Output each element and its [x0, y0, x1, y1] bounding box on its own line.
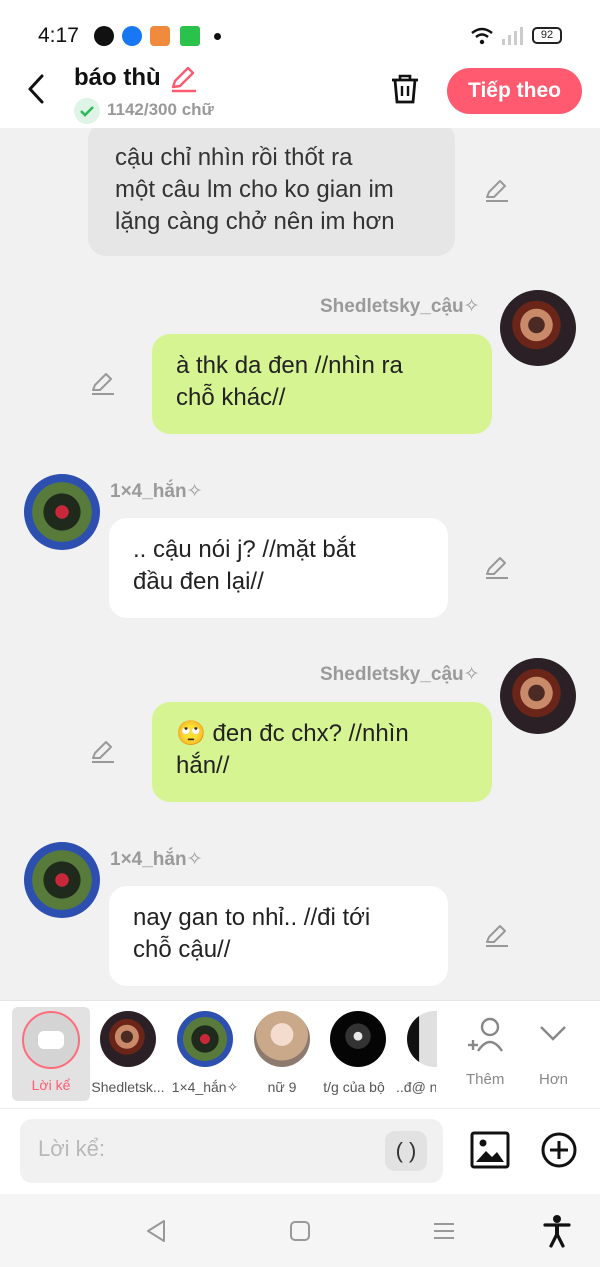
- action-parentheses-button[interactable]: ( ): [385, 1131, 427, 1171]
- edit-title-icon[interactable]: [168, 64, 198, 94]
- nav-menu-icon[interactable]: [432, 1221, 456, 1241]
- trash-icon[interactable]: [388, 72, 422, 106]
- facebook-icon: [122, 26, 142, 46]
- character-selector: Lời kể Shedletsk... 1×4_hắn✧ nữ 9 t/g củ…: [0, 1000, 600, 1108]
- nav-back-icon[interactable]: [144, 1218, 168, 1244]
- avatar[interactable]: [500, 658, 576, 734]
- story-title[interactable]: báo thù: [74, 64, 161, 92]
- message-line: .. cậu nói j? //mặt bắt: [133, 536, 356, 563]
- character-label: nữ 9: [267, 1079, 297, 1095]
- message-line: cậu chỉ nhìn rồi thốt ra: [115, 144, 353, 171]
- character-avatar[interactable]: [330, 1011, 386, 1067]
- message-line: chỗ khác//: [176, 384, 286, 411]
- message-line: một câu lm cho ko gian im: [115, 176, 394, 203]
- narration-selector[interactable]: Lời kể: [12, 1007, 90, 1101]
- next-button[interactable]: Tiếp theo: [447, 68, 582, 114]
- image-icon[interactable]: [470, 1131, 510, 1169]
- character-label: Shedletsk...: [91, 1079, 165, 1095]
- message-line: 🙄 đen đc chx? //nhìn: [176, 720, 409, 747]
- messenger-icon: [94, 26, 114, 46]
- back-arrow-icon[interactable]: [24, 72, 50, 106]
- message-line: à thk da đen //nhìn ra: [176, 352, 403, 379]
- message-line: hắn//: [176, 752, 230, 779]
- character-avatar[interactable]: [254, 1011, 310, 1067]
- speaker-name: Shedletsky_cậu✧: [320, 664, 480, 685]
- character-label: ..đ@ nh: [396, 1079, 436, 1095]
- edit-pencil-icon[interactable]: [484, 555, 510, 581]
- dot-icon: [214, 33, 221, 40]
- speaker-name: Shedletsky_cậu✧: [320, 296, 480, 317]
- chevron-down-icon[interactable]: [538, 1023, 568, 1043]
- signal-icon: [502, 27, 523, 45]
- status-bar: 4:17 92: [0, 0, 600, 60]
- accessibility-icon[interactable]: [543, 1214, 571, 1248]
- character-avatar[interactable]: [407, 1011, 437, 1067]
- edit-pencil-icon[interactable]: [484, 178, 510, 204]
- avatar[interactable]: [24, 842, 100, 918]
- edit-pencil-icon[interactable]: [484, 923, 510, 949]
- edit-pencil-icon[interactable]: [90, 739, 116, 765]
- word-count: 1142/300 chữ: [107, 100, 214, 119]
- calendar-app-icon: [180, 26, 200, 46]
- top-bar: báo thù 1142/300 chữ Tiếp theo: [0, 60, 600, 128]
- message-line: nay gan to nhỉ.. //đi tới: [133, 904, 371, 931]
- message-input[interactable]: Lời kể: ( ): [20, 1119, 443, 1183]
- add-character-icon[interactable]: [466, 1015, 508, 1055]
- add-character-label[interactable]: Thêm: [466, 1071, 504, 1088]
- chat-area: cậu chỉ nhìn rồi thốt ra một câu lm cho …: [0, 128, 600, 1000]
- add-circle-icon[interactable]: [540, 1131, 578, 1169]
- avatar[interactable]: [24, 474, 100, 550]
- message-bubble[interactable]: nay gan to nhỉ.. //đi tới chỗ cậu//: [109, 886, 448, 986]
- input-placeholder: Lời kể:: [38, 1136, 106, 1161]
- edit-pencil-icon[interactable]: [90, 371, 116, 397]
- speaker-name: 1×4_hắn✧: [110, 481, 203, 502]
- message-line: lặng càng chở nên im hơn: [115, 208, 395, 235]
- message-bubble[interactable]: à thk da đen //nhìn ra chỗ khác//: [152, 334, 492, 434]
- more-label[interactable]: Hơn: [539, 1071, 568, 1088]
- character-label: 1×4_hắn✧: [171, 1079, 239, 1095]
- nav-home-icon[interactable]: [288, 1219, 312, 1243]
- narration-icon: [22, 1011, 80, 1069]
- battery-indicator: 92: [532, 27, 562, 44]
- message-bubble[interactable]: .. cậu nói j? //mặt bắt đầu đen lại//: [109, 518, 448, 618]
- message-bubble[interactable]: 🙄 đen đc chx? //nhìn hắn//: [152, 702, 492, 802]
- avatar[interactable]: [500, 290, 576, 366]
- status-time: 4:17: [38, 24, 79, 47]
- character-avatar[interactable]: [177, 1011, 233, 1067]
- check-icon: [74, 98, 100, 124]
- character-label: t/g của bộ: [323, 1079, 385, 1095]
- character-avatar[interactable]: [100, 1011, 156, 1067]
- wifi-icon: [471, 27, 493, 45]
- narration-label: Lời kể: [31, 1077, 71, 1093]
- narration-bubble[interactable]: cậu chỉ nhìn rồi thốt ra một câu lm cho …: [88, 128, 455, 256]
- game-icon: [150, 26, 170, 46]
- system-nav-bar: [0, 1194, 600, 1267]
- composer: Lời kể: ( ): [0, 1108, 600, 1194]
- speaker-name: 1×4_hắn✧: [110, 849, 203, 870]
- message-line: chỗ cậu//: [133, 936, 231, 963]
- message-line: đầu đen lại//: [133, 568, 264, 595]
